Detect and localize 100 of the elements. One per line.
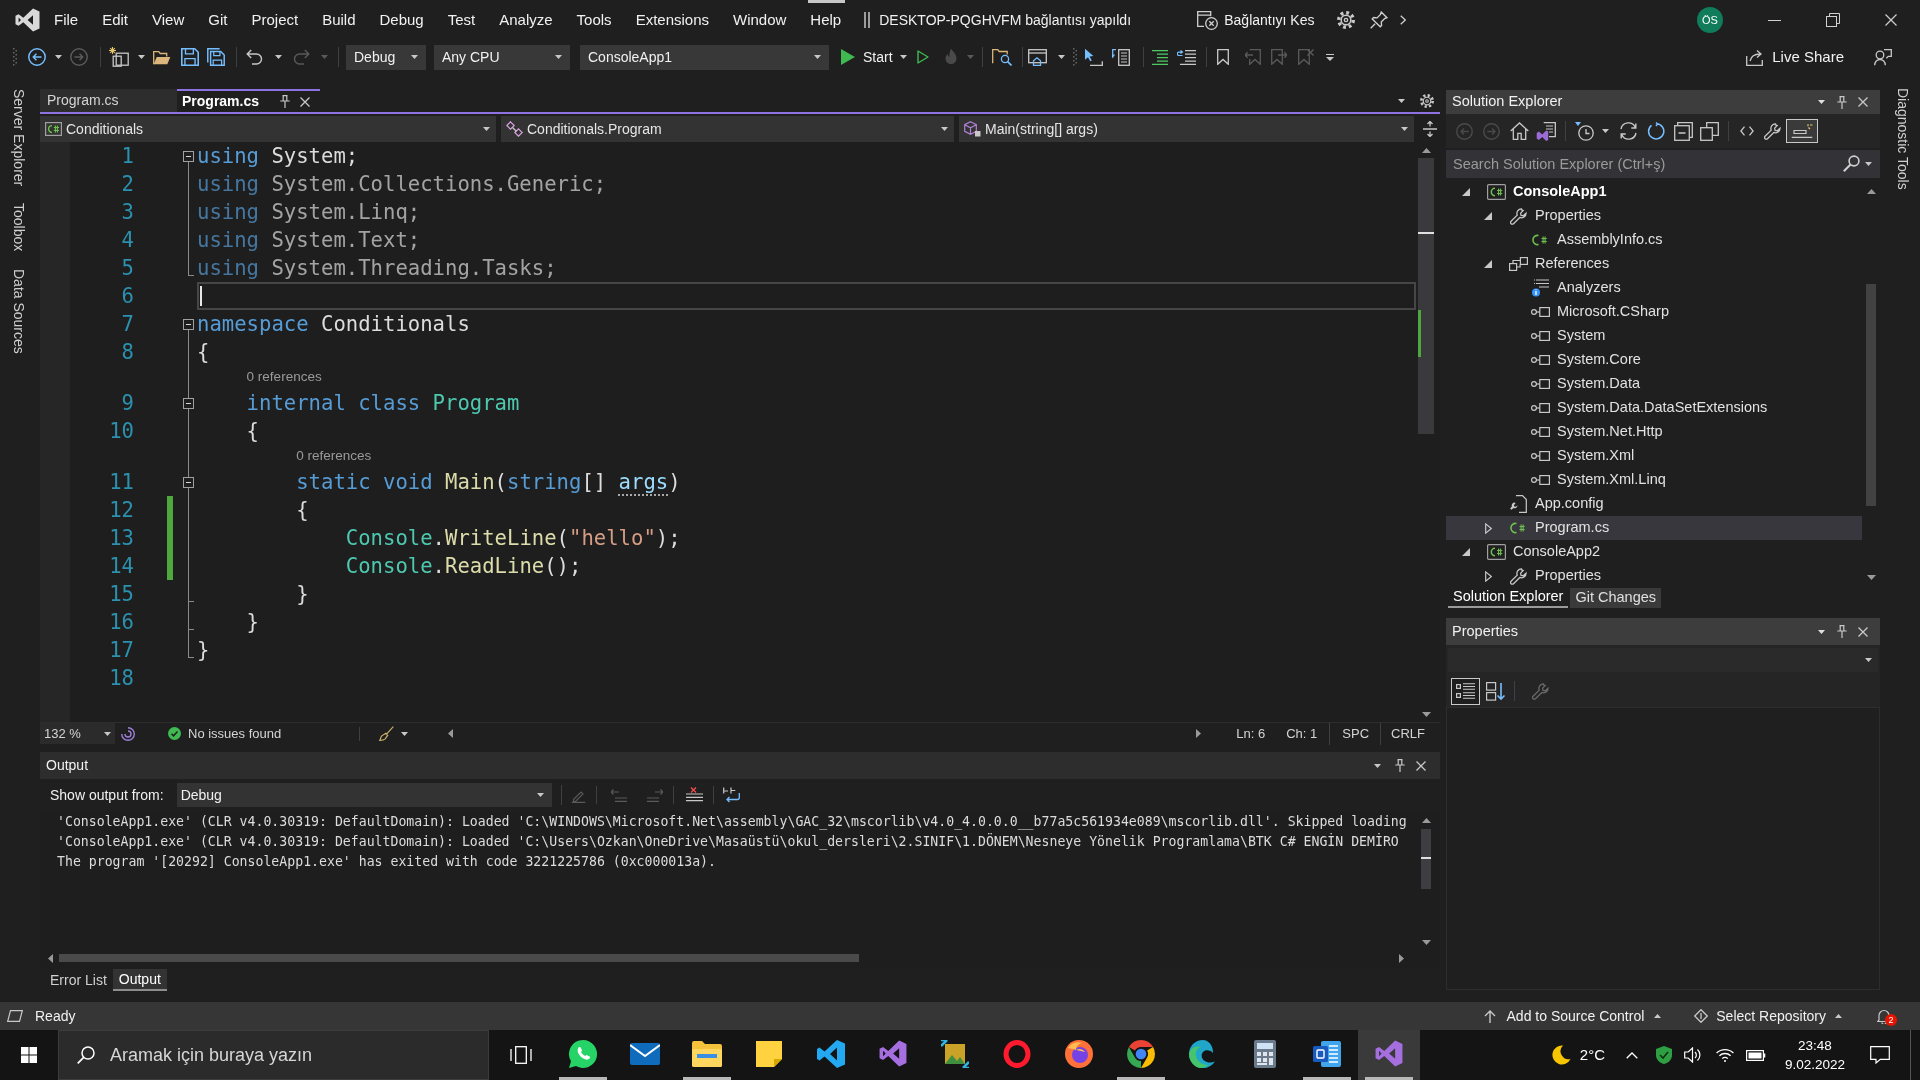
sync-icon[interactable] xyxy=(1619,122,1638,140)
panel-tab[interactable]: Output xyxy=(112,969,167,991)
clock-date[interactable]: 9.02.2022 xyxy=(1784,1055,1846,1074)
source-control-button[interactable]: Add to Source Control xyxy=(1483,1005,1662,1027)
scroll-right-icon[interactable] xyxy=(1196,729,1202,738)
sort-icon[interactable] xyxy=(1486,681,1506,701)
close-icon[interactable] xyxy=(1858,97,1868,107)
search-icon[interactable] xyxy=(1843,155,1860,172)
navigation-dropdown[interactable]: Conditionals xyxy=(40,116,496,142)
browser-window-icon[interactable] xyxy=(1027,48,1047,66)
caret-down-icon[interactable] xyxy=(899,55,907,59)
caret-down-icon[interactable] xyxy=(104,731,111,736)
close-icon[interactable] xyxy=(300,96,310,107)
navigation-dropdown[interactable]: Conditionals.Program xyxy=(501,116,954,142)
caret-down-icon[interactable] xyxy=(1398,98,1405,103)
cursor-line-position[interactable]: Ln: 6 xyxy=(1236,723,1266,744)
play-outline-icon[interactable] xyxy=(916,50,929,64)
swirl-icon[interactable] xyxy=(121,726,135,741)
tree-item[interactable]: Program.cs xyxy=(1446,516,1862,540)
preview-tab-icon[interactable] xyxy=(1791,124,1813,138)
platform-dropdown[interactable]: Any CPU xyxy=(434,44,570,70)
scroll-up-icon[interactable] xyxy=(1866,188,1876,194)
tree-item[interactable]: System.Xml xyxy=(1446,444,1862,468)
tree-item[interactable]: Analyzers xyxy=(1446,276,1862,300)
picture-tools-icon[interactable] xyxy=(941,1039,969,1068)
clear-all-icon[interactable] xyxy=(685,787,703,803)
indentation-setting[interactable]: SPC xyxy=(1342,723,1370,744)
caret-down-icon[interactable] xyxy=(1401,127,1408,131)
start-menu-icon[interactable] xyxy=(21,1047,37,1063)
menu-item[interactable]: Debug xyxy=(367,0,436,40)
tree-item[interactable]: System.Xml.Linq xyxy=(1446,468,1862,492)
pin-icon[interactable] xyxy=(1369,11,1388,29)
document-arrow-icon[interactable] xyxy=(1111,48,1130,66)
history-filter-icon[interactable] xyxy=(1575,121,1594,141)
tool-window-tab[interactable]: Data Sources xyxy=(7,268,29,354)
configuration-dropdown[interactable]: Debug xyxy=(346,44,426,70)
scrollbar-thumb[interactable] xyxy=(59,954,859,962)
disconnect-button[interactable]: Bağlantıyı Kes xyxy=(1197,9,1315,31)
globe-logo-icon[interactable] xyxy=(1065,1039,1093,1068)
overflow-caret-icon[interactable] xyxy=(1325,53,1334,61)
weather-temperature[interactable]: 2°C xyxy=(1579,1043,1605,1067)
scroll-left-icon[interactable] xyxy=(448,729,454,738)
expanded-arrow-icon[interactable] xyxy=(1462,188,1470,196)
caret-down-icon[interactable] xyxy=(1865,161,1872,166)
indent-lines-icon[interactable] xyxy=(1151,49,1168,65)
pin-icon[interactable] xyxy=(1837,625,1847,638)
wrench-icon[interactable] xyxy=(1764,122,1781,140)
brush-icon[interactable] xyxy=(379,726,395,741)
editor-tab[interactable]: Program.cs xyxy=(177,89,320,114)
editor-tab[interactable]: Program.cs xyxy=(40,89,177,114)
close-icon[interactable] xyxy=(1858,626,1868,637)
panel-tab[interactable]: Error List xyxy=(44,969,113,991)
caret-down-icon[interactable] xyxy=(1865,658,1872,662)
chat-bubble-icon[interactable] xyxy=(568,1038,598,1069)
menu-item[interactable]: Test xyxy=(435,0,488,40)
tree-item[interactable]: App.config xyxy=(1446,492,1862,516)
tree-item[interactable]: ConsoleApp1 xyxy=(1446,180,1862,204)
caret-down-icon[interactable] xyxy=(941,127,948,131)
diamond-icon[interactable] xyxy=(1694,1009,1709,1023)
caret-down-icon[interactable] xyxy=(555,55,562,59)
menu-item[interactable]: Edit xyxy=(90,0,141,40)
taskbar-app[interactable] xyxy=(1358,1030,1420,1080)
scroll-up-icon[interactable] xyxy=(1421,147,1431,153)
scrollbar-thumb[interactable] xyxy=(1418,158,1434,434)
notifications-icon[interactable] xyxy=(1870,1046,1890,1064)
menu-item[interactable]: Window xyxy=(721,0,799,40)
tree-item[interactable]: System.Data.DataSetExtensions xyxy=(1446,396,1862,420)
pin-icon[interactable] xyxy=(1837,95,1847,109)
tree-item[interactable]: ConsoleApp2 xyxy=(1446,540,1862,564)
caret-up-icon[interactable] xyxy=(1654,1014,1662,1018)
cursor-column-position[interactable]: Ch: 1 xyxy=(1286,723,1318,744)
tree-item[interactable]: System.Data xyxy=(1446,372,1862,396)
zoom-dropdown[interactable]: 132 % xyxy=(40,723,115,744)
folder-icon[interactable] xyxy=(692,1040,722,1067)
minimize-icon[interactable] xyxy=(1768,19,1781,21)
stacked-pages-icon[interactable] xyxy=(1700,121,1719,141)
tree-item[interactable]: System.Net.Http xyxy=(1446,420,1862,444)
collapsed-arrow-icon[interactable] xyxy=(1484,570,1492,582)
menu-item[interactable]: Extensions xyxy=(623,0,721,40)
caret-down-icon[interactable] xyxy=(1374,763,1381,768)
scroll-up-icon[interactable] xyxy=(1421,817,1431,823)
switch-views-icon[interactable] xyxy=(1536,121,1556,141)
live-share-button[interactable]: Live Share xyxy=(1746,45,1844,69)
start-button[interactable]: Start xyxy=(841,46,907,68)
arrow-up-icon[interactable] xyxy=(1483,1009,1496,1023)
outdent-lines-icon[interactable] xyxy=(1176,49,1196,65)
search-field[interactable]: Aramak için buraya yazın xyxy=(58,1030,489,1080)
pin-icon[interactable] xyxy=(1395,759,1405,772)
pointer-icon[interactable] xyxy=(1083,48,1103,66)
caret-down-icon[interactable] xyxy=(483,127,490,131)
back-icon[interactable] xyxy=(28,48,46,66)
caret-down-icon[interactable] xyxy=(1818,629,1825,634)
envelope-icon[interactable] xyxy=(630,1042,660,1065)
startup-project-dropdown[interactable]: ConsoleApp1 xyxy=(580,44,829,70)
open-folder-icon[interactable] xyxy=(153,49,171,65)
scrollbar-thumb[interactable] xyxy=(1421,829,1431,889)
line-ending-setting[interactable]: CRLF xyxy=(1391,723,1425,744)
connection-bar-handle[interactable] xyxy=(808,0,845,3)
menu-item[interactable]: View xyxy=(140,0,197,40)
scroll-down-icon[interactable] xyxy=(1421,711,1431,717)
